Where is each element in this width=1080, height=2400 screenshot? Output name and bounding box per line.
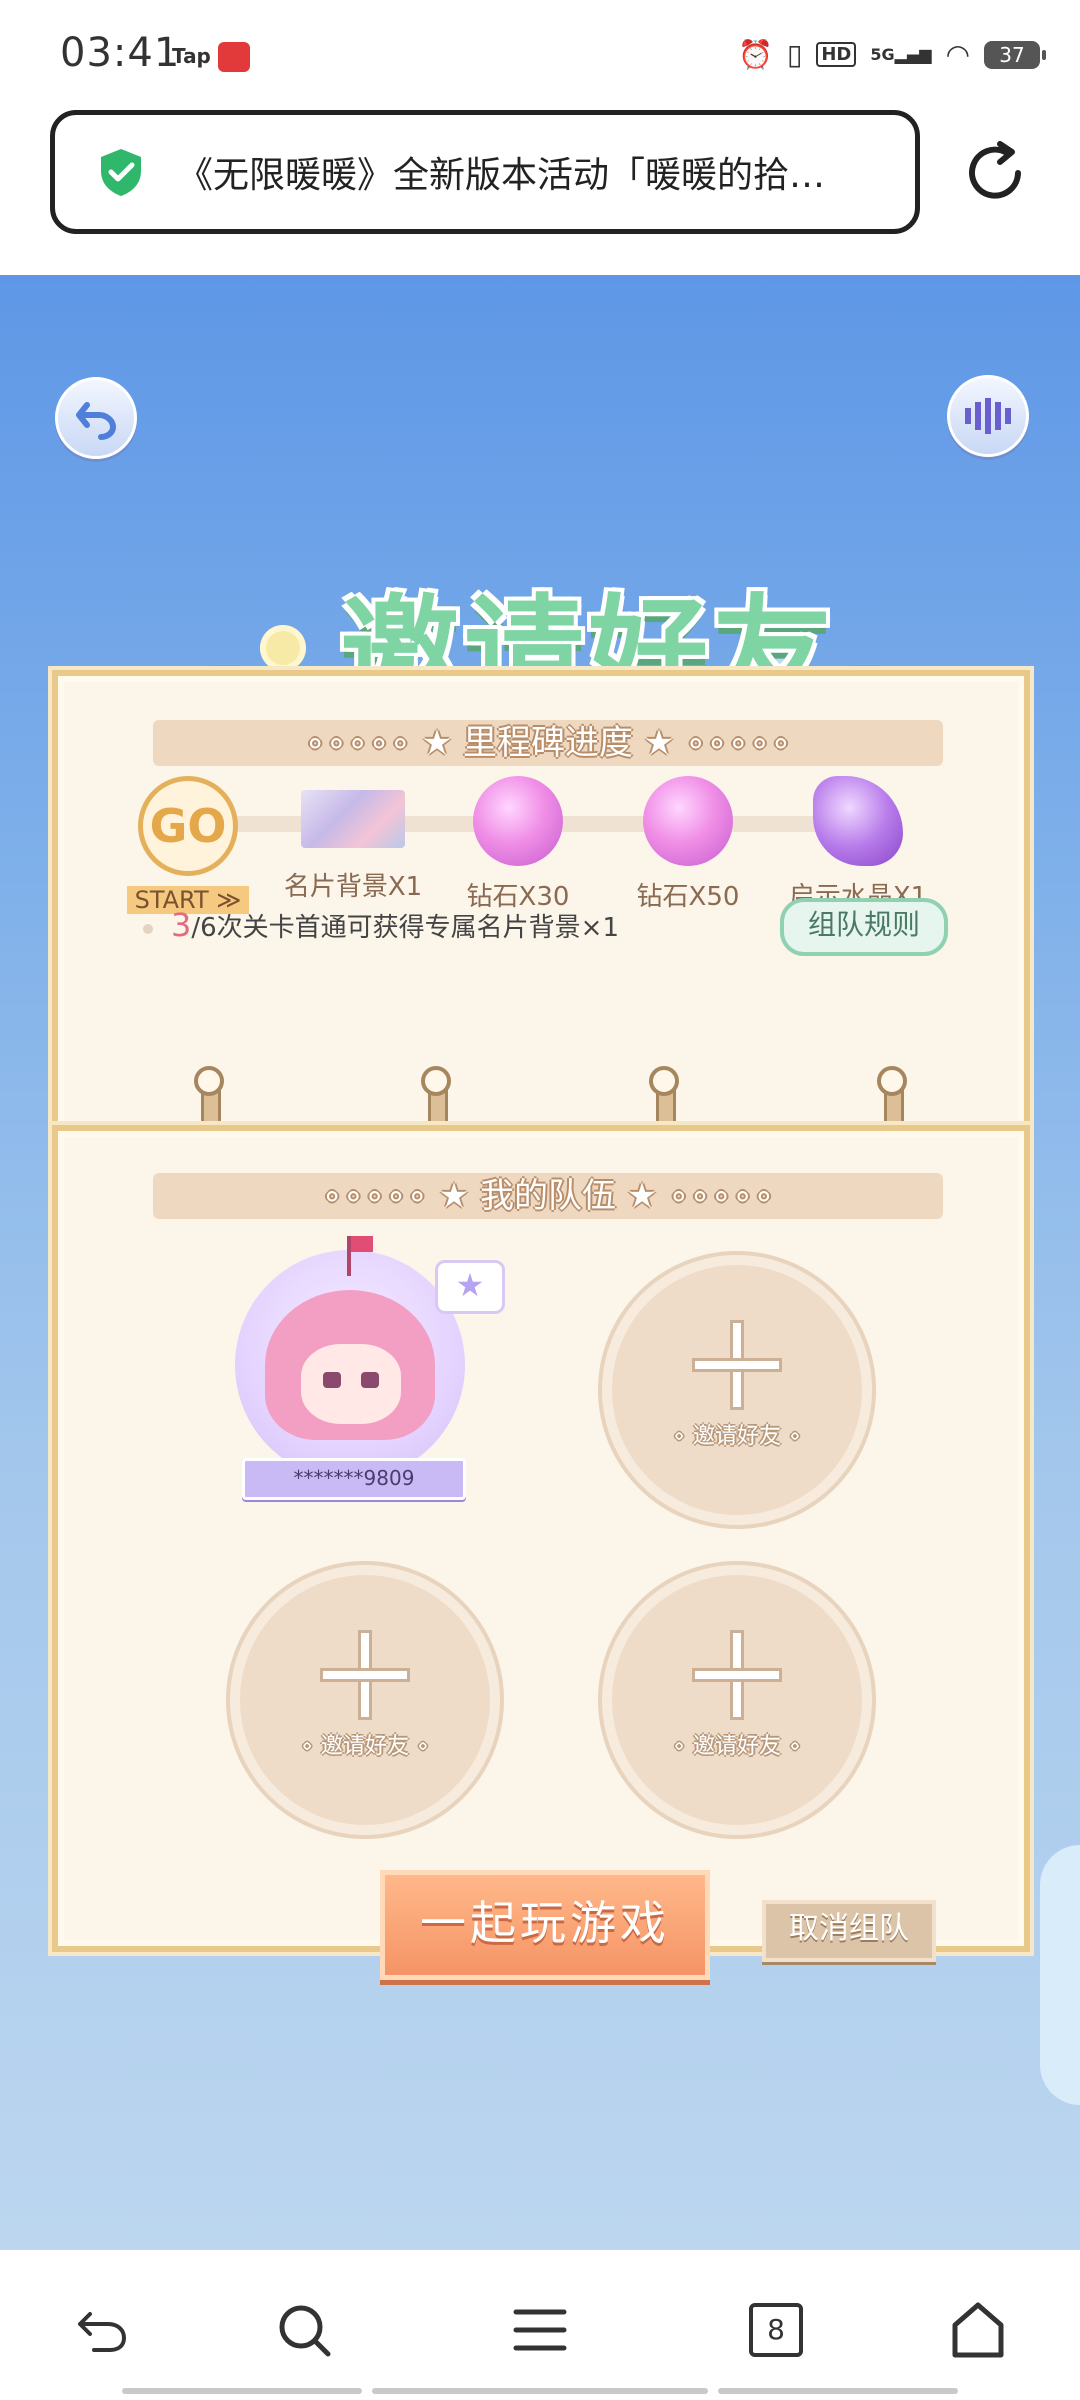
nav-menu-button[interactable] (508, 2298, 572, 2362)
battery-icon: 37 (984, 40, 1046, 69)
address-bar[interactable]: 《无限暖暖》全新版本活动「暖暖的拾… (50, 110, 920, 234)
page-title: 《无限暖暖》全新版本活动「暖暖的拾… (177, 155, 826, 196)
milestone-diamond-30[interactable]: 钻石X30 (443, 776, 593, 913)
bullet-icon (143, 923, 153, 934)
milestone-label: 钻石X50 (636, 882, 740, 912)
plus-icon (692, 1320, 782, 1410)
nav-back-button[interactable] (70, 2298, 134, 2362)
milestone-label: 名片背景X1 (283, 872, 423, 902)
cancel-team-button[interactable]: 取消组队 (762, 1900, 936, 1962)
gesture-segment (122, 2388, 362, 2394)
invite-label: ∘ 邀请好友 ∘ (672, 1424, 802, 1449)
back-arrow-icon (78, 2312, 127, 2352)
reload-icon[interactable] (960, 138, 1030, 208)
back-button[interactable] (55, 377, 137, 459)
gesture-segment (718, 2388, 958, 2394)
return-arrow-icon (76, 402, 117, 440)
invite-slot[interactable]: ∘ 邀请好友 ∘ (240, 1575, 490, 1825)
sound-wave-icon (965, 398, 1011, 434)
invite-label: ∘ 邀请好友 ∘ (672, 1734, 802, 1759)
status-time: 03:41 (60, 30, 181, 76)
wifi-icon: ◠ (945, 38, 970, 71)
invite-slot[interactable]: ∘ 邀请好友 ∘ (612, 1265, 862, 1515)
status-icons: ⏰ ▯ HD 5G▂▄▆ ◠ 37 (738, 38, 1046, 71)
gesture-segment (372, 2388, 708, 2394)
progress-text: /6次关卡首通可获得专属名片背景×1 (191, 913, 619, 943)
nav-search-button[interactable] (272, 2298, 336, 2362)
team-member-avatar[interactable]: ★ (235, 1236, 505, 1480)
leader-flag-icon (347, 1236, 373, 1276)
vibrate-icon: ▯ (786, 38, 803, 71)
progress-info: 3/6次关卡首通可获得专属名片背景×1 (143, 906, 619, 944)
team-header: ∘∘∘∘∘ ★ 我的队伍 ★ ∘∘∘∘∘ (153, 1173, 943, 1219)
progress-count: 3 (171, 906, 192, 944)
invite-slot[interactable]: ∘ 邀请好友 ∘ (612, 1575, 862, 1825)
game-view: 邀请好友 ∘∘∘∘∘ ★ 里程碑进度 ★ ∘∘∘∘∘ GO START ≫ 名片… (0, 275, 1080, 2250)
nav-home-button[interactable] (946, 2298, 1010, 2362)
avatar-face (301, 1344, 401, 1424)
star-bubble-icon: ★ (435, 1260, 505, 1314)
signal-icon: 5G▂▄▆ (870, 45, 932, 64)
milestone-start: GO START ≫ (113, 776, 263, 914)
milestone-card-bg[interactable]: 名片背景X1 (278, 776, 428, 903)
invite-label: ∘ 邀请好友 ∘ (300, 1734, 430, 1759)
avatar-eye (361, 1372, 379, 1388)
milestone-crystal[interactable]: 启示水晶X1 (783, 776, 933, 913)
team-rules-button[interactable]: 组队规则 (780, 898, 948, 956)
music-button[interactable] (947, 375, 1029, 457)
milestone-panel: ∘∘∘∘∘ ★ 里程碑进度 ★ ∘∘∘∘∘ GO START ≫ 名片背景X1 … (52, 670, 1030, 1132)
home-icon (952, 2302, 1004, 2358)
status-bar: 03:41 Tap ⏰ ▯ HD 5G▂▄▆ ◠ 37 (0, 0, 1080, 100)
diamond-icon (473, 776, 563, 866)
diamond-icon (643, 776, 733, 866)
flower-icon (260, 625, 306, 671)
member-name: *******9809 (242, 1458, 466, 1500)
go-icon: GO (138, 776, 238, 876)
milestone-diamond-50[interactable]: 钻石X50 (613, 776, 763, 913)
tab-count: 8 (749, 2303, 803, 2357)
network-label: 5G (870, 45, 895, 64)
hd-icon: HD (816, 42, 857, 67)
alarm-icon: ⏰ (738, 38, 773, 71)
crystal-icon (813, 776, 903, 866)
tap-app-icon: Tap (172, 44, 211, 68)
team-panel: ∘∘∘∘∘ ★ 我的队伍 ★ ∘∘∘∘∘ (52, 1125, 1030, 1952)
cloud-decoration (1040, 1845, 1080, 2105)
nav-tabs-button[interactable]: 8 (744, 2298, 808, 2362)
milestone-header: ∘∘∘∘∘ ★ 里程碑进度 ★ ∘∘∘∘∘ (153, 720, 943, 766)
play-together-button[interactable]: 一起玩游戏 (380, 1870, 710, 1980)
red-app-icon (218, 42, 250, 72)
plus-icon (320, 1630, 410, 1720)
card-background-icon (301, 790, 405, 848)
browser-nav-bar: 8 (0, 2250, 1080, 2400)
gesture-bar (0, 2384, 1080, 2400)
shield-check-icon (101, 149, 141, 196)
menu-icon (513, 2309, 567, 2351)
search-icon (279, 2305, 331, 2357)
avatar (235, 1250, 465, 1480)
plus-icon (692, 1630, 782, 1720)
avatar-eye (323, 1372, 341, 1388)
